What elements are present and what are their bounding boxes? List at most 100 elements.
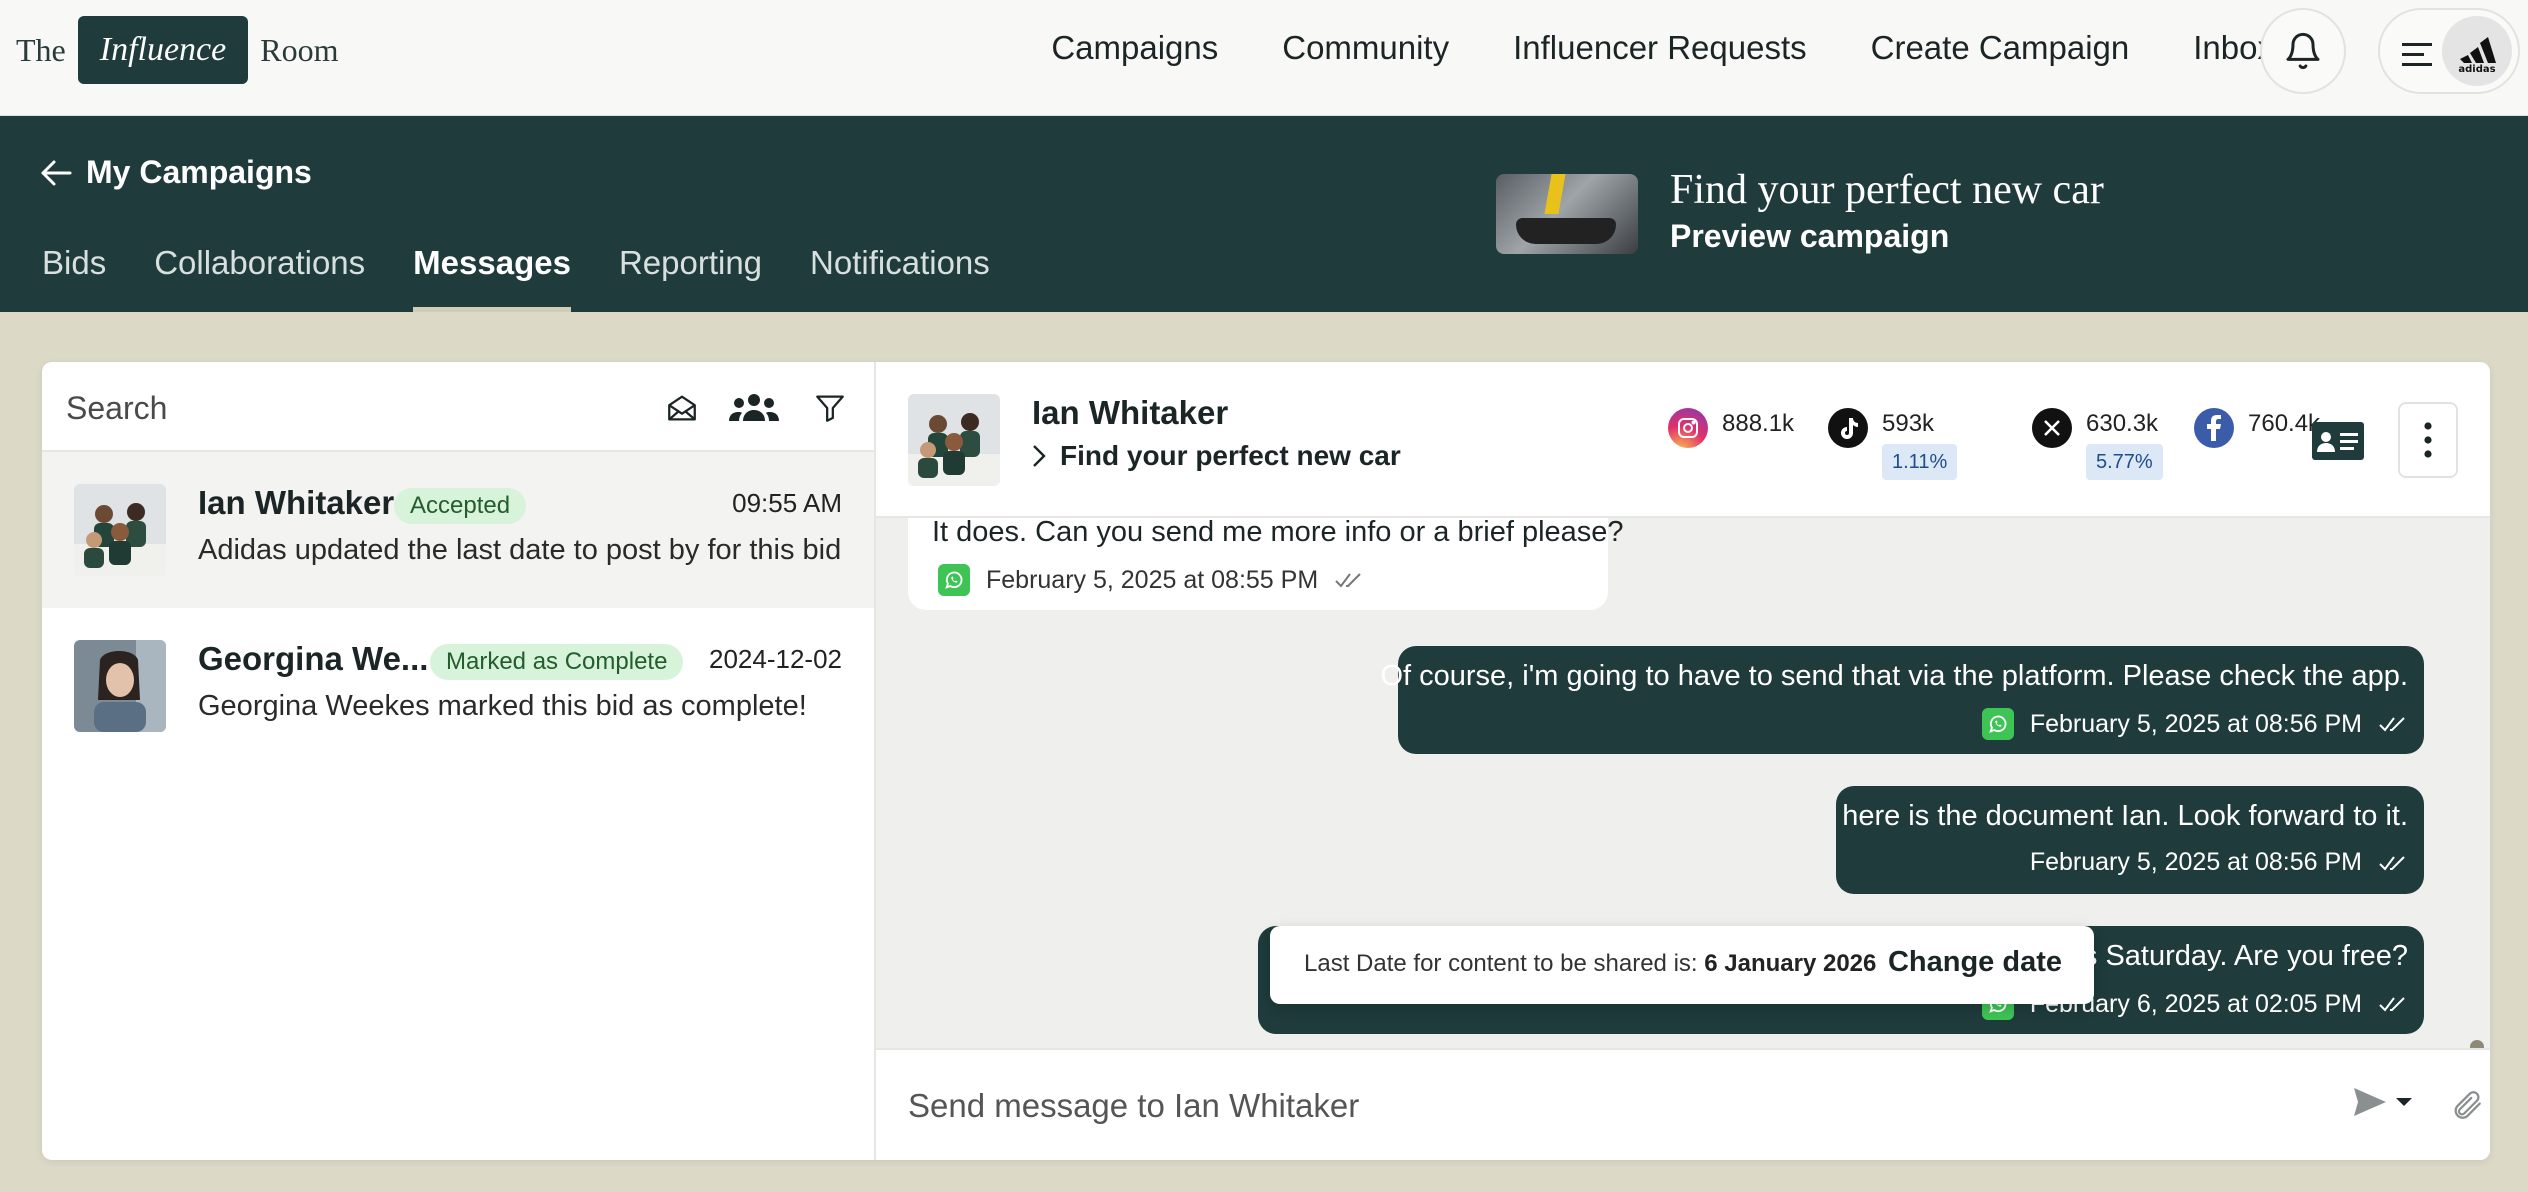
campaign-tabs: Bids Collaborations Messages Reporting N… (42, 244, 1038, 312)
more-options-button[interactable] (2398, 402, 2458, 478)
top-navbar: The Influence Room Campaigns Community I… (0, 0, 2528, 116)
tab-bids[interactable]: Bids (42, 244, 106, 312)
chat-campaign-link[interactable]: Find your perfect new car (1032, 440, 1401, 472)
profile-card-button[interactable] (2312, 422, 2364, 465)
x-followers: 630.3k (2086, 410, 2159, 437)
message-text: It does. Can you send me more info or a … (932, 518, 1624, 548)
instagram-followers: 888.1k (1722, 410, 1795, 437)
message-meta: February 5, 2025 at 08:56 PM (1981, 708, 2408, 740)
facebook-icon (2194, 408, 2234, 448)
logo-text-post: Room (260, 31, 339, 68)
bell-icon (2286, 32, 2320, 70)
campaign-thumbnail[interactable] (1496, 174, 1638, 254)
double-check-icon (2379, 717, 2405, 732)
message-bubble-outgoing: Of course, i'm going to have to send tha… (1380, 646, 2424, 754)
nav-campaigns[interactable]: Campaigns (1051, 29, 1218, 67)
status-badge: Accepted (394, 488, 527, 524)
double-check-icon (2379, 855, 2405, 871)
x-icon (2032, 408, 2072, 448)
conversation-name: Ian Whitaker (198, 484, 395, 521)
scrollbar-thumb[interactable] (2470, 1040, 2484, 1048)
tiktok-engagement: 1.11% (1882, 444, 1958, 480)
filter-button[interactable] (808, 386, 852, 430)
search-input[interactable] (66, 382, 626, 434)
x-engagement: 5.77% (2086, 444, 2163, 480)
send-icon (2354, 1088, 2386, 1116)
message-time: February 5, 2025 at 08:56 PM (2029, 848, 2362, 876)
chat-contact-name[interactable]: Ian Whitaker (1032, 394, 1228, 432)
arrow-left-icon (41, 160, 72, 185)
funnel-icon (816, 395, 844, 422)
paperclip-icon (2454, 1091, 2481, 1119)
message-time: February 5, 2025 at 08:56 PM (2029, 709, 2362, 738)
last-date-popup: Last Date for content to be shared is: 6… (1270, 926, 2094, 1004)
nav-community[interactable]: Community (1282, 29, 1449, 67)
hamburger-icon (2402, 43, 2432, 66)
brand-avatar: adidas (2442, 16, 2512, 86)
back-to-campaigns[interactable]: My Campaigns (40, 154, 312, 191)
preview-campaign-link[interactable]: Preview campaign (1670, 218, 1949, 255)
message-text-end: is Saturday. Are you free? (2076, 940, 2408, 972)
messages-panel: Ian Whitaker Accepted 09:55 AM Adidas up… (42, 362, 2490, 1160)
chevron-down-icon (2396, 1098, 2412, 1106)
facebook-stat[interactable]: 760.4k (2194, 408, 2320, 448)
more-vertical-icon (2424, 422, 2432, 458)
logo-text-pre: The (16, 31, 66, 68)
message-input[interactable] (908, 1078, 2208, 1134)
notifications-button[interactable] (2260, 8, 2346, 94)
nav-create-campaign[interactable]: Create Campaign (1871, 29, 2130, 67)
nav-influencer-requests[interactable]: Influencer Requests (1513, 29, 1807, 67)
message-text: Of course, i'm going to have to send tha… (1380, 660, 2408, 692)
message-bubble-incoming: It does. Can you send me more info or a … (908, 518, 1624, 610)
instagram-stat[interactable]: 888.1k (1668, 408, 1794, 448)
tiktok-followers: 593k (1882, 410, 1935, 437)
conversation-item-georgina[interactable]: Georgina We... Marked as Complete 2024-1… (42, 608, 874, 764)
avatar (74, 640, 166, 732)
instagram-icon (1668, 408, 1708, 448)
user-menu-button[interactable]: adidas (2378, 8, 2520, 94)
people-icon (729, 394, 779, 421)
tab-collaborations[interactable]: Collaborations (154, 244, 365, 312)
svg-text:adidas: adidas (2458, 64, 2495, 73)
status-badge: Marked as Complete (430, 644, 684, 680)
double-check-icon (1335, 573, 1361, 588)
id-card-icon (2312, 422, 2364, 460)
back-label: My Campaigns (86, 154, 312, 190)
tab-notifications[interactable]: Notifications (810, 244, 990, 312)
conversation-name: Georgina We... (198, 640, 429, 677)
conversation-preview: Georgina Weekes marked this bid as compl… (198, 690, 807, 722)
message-text: here is the document Ian. Look forward t… (1842, 800, 2408, 832)
avatar[interactable] (908, 394, 1000, 486)
campaign-header: My Campaigns Bids Collaborations Message… (0, 116, 2528, 312)
logo[interactable]: The Influence Room (16, 16, 338, 84)
conversation-preview: Adidas updated the last date to post by … (198, 534, 842, 566)
logo-text-box: Influence (77, 16, 249, 84)
adidas-logo-icon: adidas (2458, 37, 2496, 73)
tab-messages[interactable]: Messages (413, 244, 571, 312)
conversation-item-ian[interactable]: Ian Whitaker Accepted 09:55 AM Adidas up… (42, 452, 874, 608)
send-button[interactable] (2352, 1086, 2414, 1118)
conversation-time: 2024-12-02 (709, 644, 842, 674)
tiktok-stat[interactable]: 593k 1.11% (1828, 408, 1958, 480)
message-bubble-outgoing: here is the document Ian. Look forward t… (1836, 786, 2424, 894)
tiktok-icon (1828, 408, 1868, 448)
conversation-list: Ian Whitaker Accepted 09:55 AM Adidas up… (42, 362, 876, 1160)
facebook-followers: 760.4k (2248, 410, 2321, 437)
main-nav: Campaigns Community Influencer Requests … (987, 0, 2274, 96)
chat-window: Ian Whitaker Find your perfect new car 8… (876, 362, 2490, 1160)
double-check-icon (2379, 997, 2405, 1012)
whatsapp-icon (1981, 708, 2014, 740)
search-bar (42, 362, 874, 452)
message-composer (876, 1048, 2490, 1160)
attach-button[interactable] (2450, 1088, 2484, 1127)
x-stat[interactable]: 630.3k 5.77% (2032, 408, 2163, 480)
chat-campaign-name: Find your perfect new car (1060, 440, 1401, 471)
chat-header: Ian Whitaker Find your perfect new car 8… (876, 362, 2490, 518)
last-date-label: Last Date for content to be shared is: 6… (1304, 950, 1877, 977)
whatsapp-icon (938, 564, 970, 596)
message-meta: February 5, 2025 at 08:55 PM (938, 564, 1364, 596)
group-filter-button[interactable] (724, 386, 784, 430)
change-date-button[interactable]: Change date (1888, 946, 2062, 979)
unread-filter-button[interactable] (660, 386, 704, 430)
tab-reporting[interactable]: Reporting (619, 244, 762, 312)
